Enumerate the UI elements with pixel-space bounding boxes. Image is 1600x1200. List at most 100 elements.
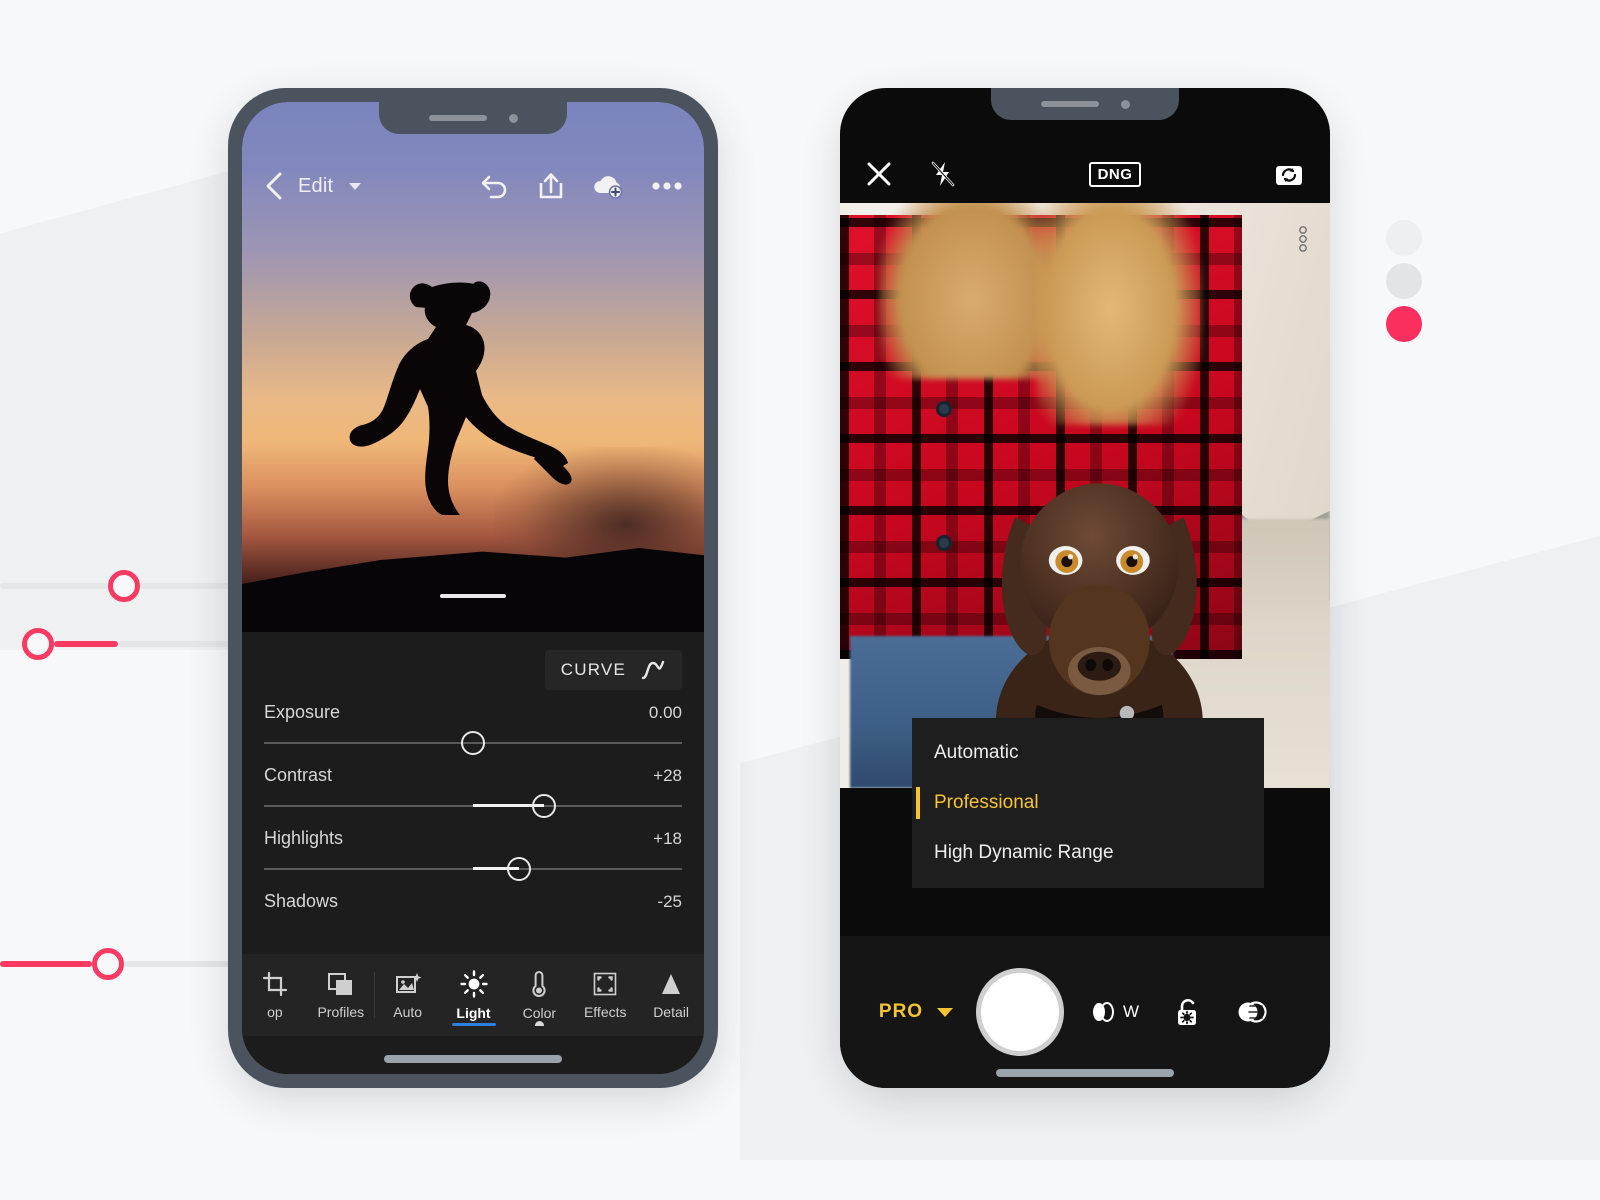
slider-contrast[interactable]: Contrast +28 [242,757,704,820]
slider-header: Contrast +28 [264,765,682,786]
tab-label: Auto [393,1003,423,1020]
viewfinder-options-icon[interactable] [1298,225,1308,255]
panel-drag-handle[interactable] [440,594,506,598]
deco-track-left [0,583,108,589]
exposure-lock-icon[interactable] [1175,997,1201,1027]
white-balance-icon [1093,1002,1114,1022]
chevron-left-icon[interactable] [264,171,284,201]
slider-track[interactable] [264,729,682,757]
carousel-dot-2[interactable] [1386,263,1422,299]
carousel-dots[interactable] [1386,220,1422,349]
caret-down-icon[interactable] [349,182,362,190]
tab-effects[interactable]: Effects [572,954,638,1036]
tab-auto[interactable]: Auto [375,954,441,1036]
slider-header: Highlights +18 [264,828,682,849]
white-balance-label: W [1123,1002,1140,1021]
home-indicator[interactable] [996,1069,1174,1077]
camera-screen: DNG Automatic Professional High Dynamic … [840,88,1330,1088]
menu-item-professional[interactable]: Professional [912,778,1264,828]
slider-header: Shadows -25 [264,891,682,912]
front-camera-dot [1120,99,1130,109]
camera-bottombar: PRO W [840,936,1330,1088]
format-badge: DNG [1088,161,1142,187]
tab-label: Light [456,1004,491,1021]
slider-label: Contrast [264,765,333,785]
share-icon[interactable] [538,172,564,200]
phone-mockup-editor: Edit CURVE Exposure 0.00 Contrast +28 Hi… [228,88,718,1088]
slider-knob[interactable] [506,857,531,881]
slider-value: +18 [653,829,682,848]
slider-knob[interactable] [461,731,485,755]
slider-label: Highlights [264,828,344,848]
tab-profiles[interactable]: Profiles [308,954,374,1036]
editor-title[interactable]: Edit [298,175,333,198]
decorative-slider-1 [0,570,250,602]
slider-value: 0.00 [648,703,682,722]
close-icon[interactable] [866,161,892,187]
shirt-button [936,534,953,551]
curve-button[interactable]: CURVE [544,650,682,690]
more-icon[interactable] [652,181,682,191]
cloud-add-icon[interactable] [592,173,624,199]
photo-silhouette-figure [349,281,572,515]
tab-caret-indicator [534,1021,544,1026]
menu-item-high-dynamic-range[interactable]: High Dynamic Range [912,828,1264,878]
tab-label: Effects [583,1003,627,1020]
front-camera-dot [508,113,518,123]
slider-header: Exposure 0.00 [264,702,682,723]
slider-label: Exposure [264,702,341,722]
tab-label: Color [522,1004,557,1021]
camera-viewfinder[interactable] [840,203,1330,788]
speaker-grille [1040,101,1099,107]
flash-off-icon[interactable] [930,160,956,188]
decorative-slider-3 [0,948,250,980]
editor-topbar-left: Edit [264,171,362,201]
carousel-dot-3-active[interactable] [1386,306,1422,342]
color-icon [532,970,546,997]
tab-label: Detail [653,1003,689,1020]
profiles-icon [327,972,352,995]
slider-exposure[interactable]: Exposure 0.00 [242,694,704,757]
white-balance-control[interactable]: W [1090,1000,1139,1024]
menu-item-automatic[interactable]: Automatic [912,728,1264,778]
tab-active-underline [451,1023,496,1026]
camera-mode-selector[interactable]: PRO [856,1001,976,1023]
deco-track-fill [54,641,118,647]
slider-track[interactable] [264,855,682,883]
presets-icon[interactable] [1237,998,1267,1026]
slider-value: -25 [657,892,682,911]
phone-notch [379,102,567,134]
editor-tabbar: op Profiles Auto Light Color Effects Det… [242,954,704,1036]
camera-controls: W [1090,997,1267,1027]
slider-highlights[interactable]: Highlights +18 [242,820,704,883]
tab-color[interactable]: Color [506,954,572,1036]
phone-notch [991,88,1179,120]
camera-mode-label: PRO [878,1001,924,1022]
curve-row: CURVE [242,632,704,694]
auto-icon [395,972,422,993]
slider-track[interactable] [264,792,682,820]
slider-label: Shadows [264,891,339,911]
camera-topbar: DNG [840,146,1330,202]
camera-flip-icon[interactable] [1274,161,1304,187]
home-indicator[interactable] [384,1055,562,1063]
slider-knob[interactable] [532,794,557,818]
tab-light[interactable]: Light [441,954,507,1036]
tab-label: Profiles [317,1003,365,1020]
shutter-button[interactable] [976,968,1064,1056]
undo-icon[interactable] [480,173,510,199]
tab-detail[interactable]: Detail [638,954,704,1036]
deco-knob [22,628,54,660]
deco-knob [108,570,140,602]
tab-crop[interactable]: op [242,954,308,1036]
slider-shadows[interactable]: Shadows -25 [242,883,704,912]
curve-label: CURVE [560,660,626,679]
tone-curve-icon [641,660,665,680]
effects-icon [593,972,617,995]
camera-mode-menu[interactable]: Automatic Professional High Dynamic Rang… [912,718,1264,888]
chevron-down-icon[interactable] [937,1007,954,1017]
carousel-dot-1[interactable] [1386,220,1422,256]
crop-icon [262,971,288,996]
detail-icon [662,973,681,994]
editor-topbar: Edit [242,160,704,212]
